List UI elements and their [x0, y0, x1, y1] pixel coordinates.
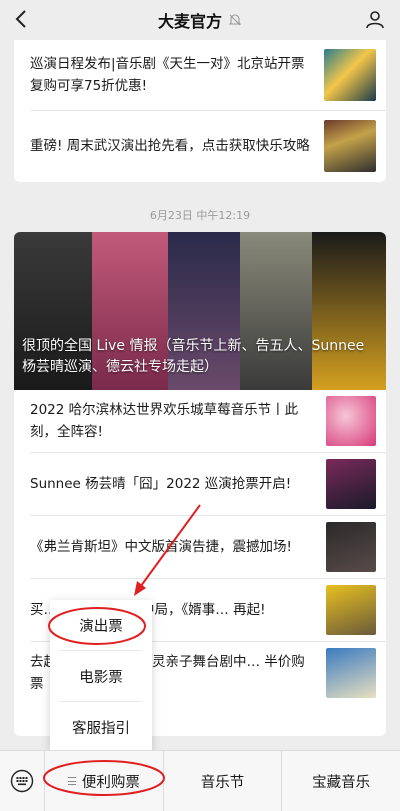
menu-item-customer-service[interactable]: 客服指引 — [50, 702, 152, 752]
tab-treasure-music[interactable]: 宝藏音乐 — [282, 751, 400, 811]
hero-article[interactable]: 很顶的全国 Live 情报（音乐节上新、告五人、Sunnee 杨芸晴巡演、德云社… — [14, 232, 386, 390]
article-thumbnail — [324, 49, 376, 101]
shortcut-popup-menu: 演出票 电影票 客服指引 — [50, 600, 152, 752]
article-thumbnail — [326, 522, 376, 572]
message-timestamp: 6月23日 中午12:19 — [149, 209, 251, 222]
article-thumbnail — [326, 396, 376, 446]
account-title: 大麦官方 — [157, 12, 222, 31]
article-card-1: 巡演日程发布|音乐剧《天生一对》北京站开票 复购可享75折优惠! 重磅! 周末武… — [14, 40, 386, 182]
tab-label: 音乐节 — [200, 774, 245, 791]
article-title: Sunnee 杨芸晴「囧」2022 巡演抢票开启! — [30, 476, 292, 492]
article-thumbnail — [324, 120, 376, 172]
article-thumbnail — [326, 459, 376, 509]
profile-icon[interactable] — [362, 6, 388, 32]
tab-label: 便利购票 — [81, 774, 140, 791]
official-account-menu-bar: 便利购票 音乐节 宝藏音乐 — [0, 750, 400, 811]
article-thumbnail — [326, 585, 376, 635]
keyboard-toggle-icon[interactable] — [0, 751, 45, 811]
article-item[interactable]: 2022 哈尔滨林达世界欢乐城草莓音乐节丨此刻，全阵容! — [14, 390, 386, 452]
submenu-icon — [67, 777, 76, 785]
back-icon[interactable] — [8, 6, 34, 32]
article-thumbnail — [326, 648, 376, 698]
tab-label: 宝藏音乐 — [312, 774, 371, 791]
hero-caption: 很顶的全国 Live 情报（音乐节上新、告五人、Sunnee 杨芸晴巡演、德云社… — [22, 338, 365, 375]
article-item[interactable]: 《弗兰肯斯坦》中文版首演告捷，震撼加场! — [14, 516, 386, 578]
tab-music-festival[interactable]: 音乐节 — [164, 751, 283, 811]
article-title: 巡演日程发布|音乐剧《天生一对》北京站开票 复购可享75折优惠! — [30, 56, 305, 94]
article-title: 2022 哈尔滨林达世界欢乐城草莓音乐节丨此刻，全阵容! — [30, 402, 299, 440]
article-title: 《弗兰肯斯坦》中文版首演告捷，震撼加场! — [30, 539, 292, 555]
article-item[interactable]: Sunnee 杨芸晴「囧」2022 巡演抢票开启! — [14, 453, 386, 515]
menu-item-movie-tickets[interactable]: 电影票 — [50, 651, 152, 701]
tab-convenient-tickets[interactable]: 便利购票 — [45, 751, 164, 811]
article-item[interactable]: 重磅! 周末武汉演出抢先看，点击获取快乐攻略 — [14, 111, 386, 181]
article-item[interactable]: 巡演日程发布|音乐剧《天生一对》北京站开票 复购可享75折优惠! — [14, 40, 386, 110]
menu-item-show-tickets[interactable]: 演出票 — [50, 600, 152, 650]
mute-bell-icon — [228, 14, 242, 26]
article-title: 重磅! 周末武汉演出抢先看，点击获取快乐攻略 — [30, 138, 310, 154]
chat-header: 大麦官方 — [0, 0, 400, 40]
